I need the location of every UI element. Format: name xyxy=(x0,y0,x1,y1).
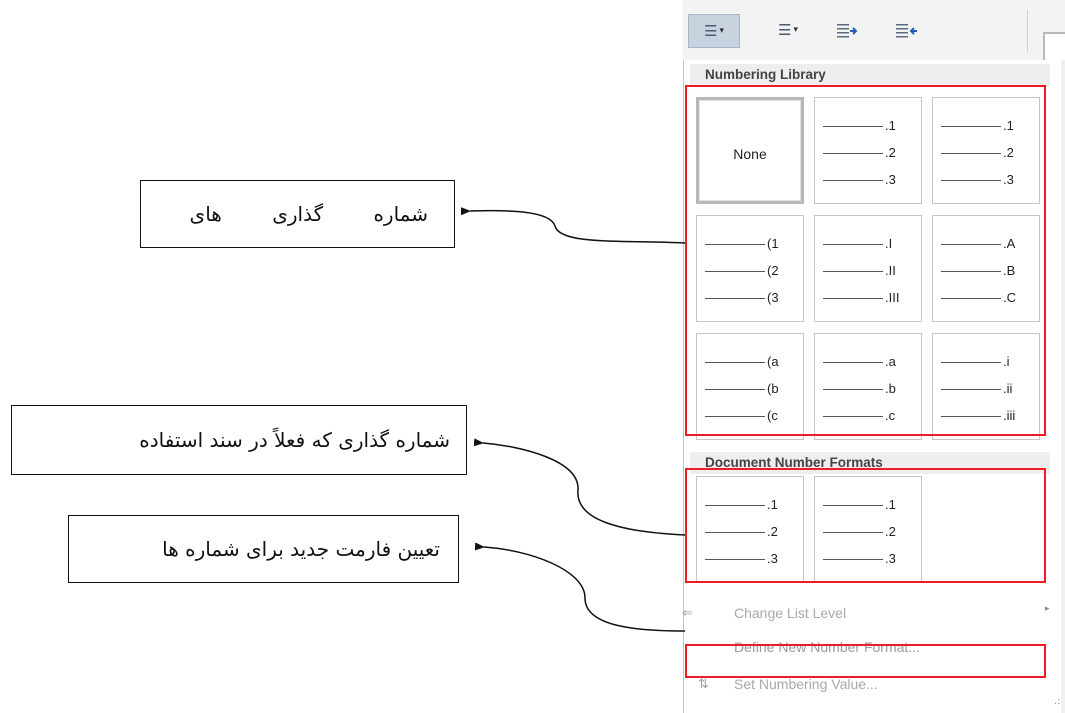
callout-connectors xyxy=(460,207,686,632)
connector-document-formats xyxy=(473,438,686,536)
connector-numbering-library xyxy=(460,207,686,244)
connector-define-new-format xyxy=(474,542,686,632)
